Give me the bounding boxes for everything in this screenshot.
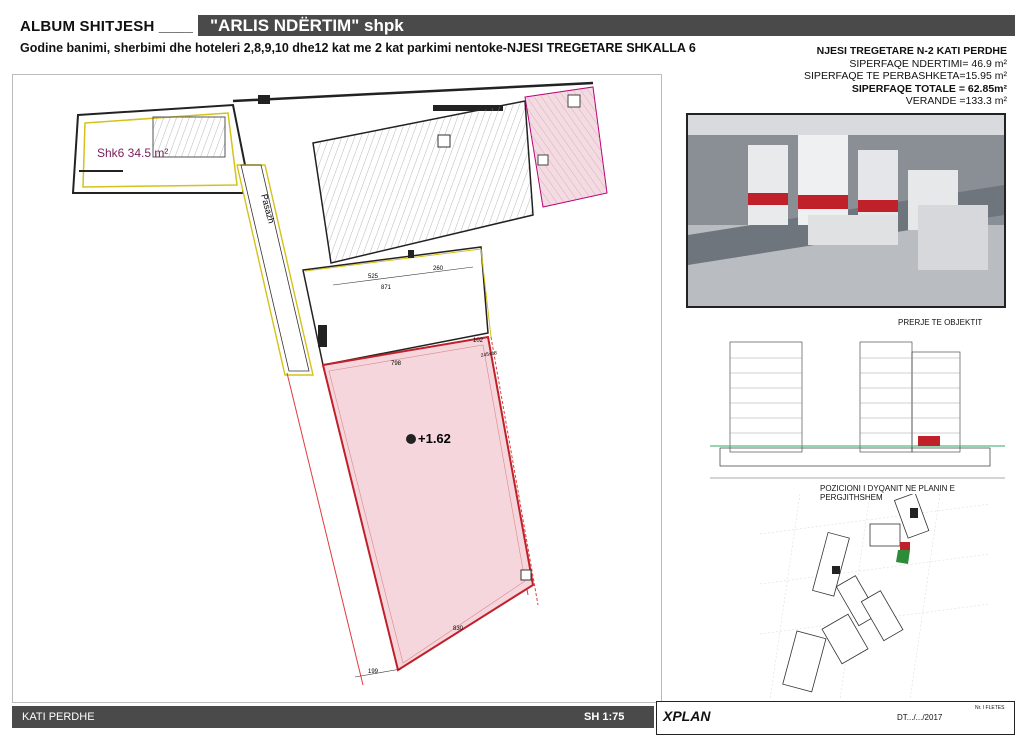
section-title: PRERJE TE OBJEKTIT — [898, 318, 983, 327]
built-area: SIPERFAQE NDERTIMI= 46.9 m² — [849, 57, 1007, 70]
dim-102: 102 — [473, 338, 484, 344]
level-label: +1.62 — [418, 431, 451, 446]
section-svg — [710, 341, 1005, 479]
unit-title: NJESI TREGETARE N-2 KATI PERDHE — [816, 45, 1007, 57]
building-render — [686, 113, 1006, 308]
dim-871: 871 — [381, 285, 392, 291]
position-svg — [759, 492, 991, 700]
date-field: DT.../.../2017 — [897, 713, 943, 722]
company-title: "ARLIS NDËRTIM" shpk — [198, 15, 1015, 36]
dim-798: 798 — [391, 361, 402, 367]
sheet-number: Nr. I FLETES — [975, 705, 1005, 711]
album-label: ALBUM SHITJESH ____ — [20, 18, 194, 35]
stair-block: Shk6 34.5 m² — [71, 103, 247, 194]
veranda-area: VERANDE =133.3 m² — [905, 95, 1007, 108]
render-image — [688, 115, 1004, 306]
unit-info: NJESI TREGETARE N-2 KATI PERDHE SIPERFAQ… — [804, 45, 1007, 108]
stair-area-label: Shk6 34.5 m² — [97, 146, 168, 160]
dim-830: 830 — [453, 626, 464, 632]
passage: Pasazh — [236, 164, 314, 376]
floor-plan-drawing: Shk6 34.5 m² Pasazh 525 260 871 +1.62 79… — [71, 81, 608, 686]
shop-unit: +1.62 798 102 245x18 830 — [321, 335, 535, 672]
footer-bar: KATI PERDHE SH 1:75 — [12, 706, 654, 728]
brand-logo: XPLAN — [663, 708, 711, 724]
project-subtitle: Godine banimi, sherbimi dhe hoteleri 2,8… — [20, 41, 696, 55]
position-plan — [759, 492, 991, 700]
floor-label: KATI PERDHE — [22, 711, 95, 723]
scale-label: SH 1:75 — [584, 711, 625, 723]
total-area: SIPERFAQE TOTALE = 62.85m² — [851, 82, 1007, 95]
shared-area: SIPERFAQE TE PERBASHKETA=15.95 m² — [804, 70, 1007, 83]
title-block: XPLAN DT.../.../2017 Nr. I FLETES — [656, 701, 1015, 735]
floor-plan: Shk6 34.5 m² Pasazh 525 260 871 +1.62 79… — [12, 74, 662, 703]
header: ALBUM SHITJESH ____ "ARLIS NDËRTIM" shpk — [12, 8, 1015, 36]
section-drawing — [710, 328, 1005, 484]
